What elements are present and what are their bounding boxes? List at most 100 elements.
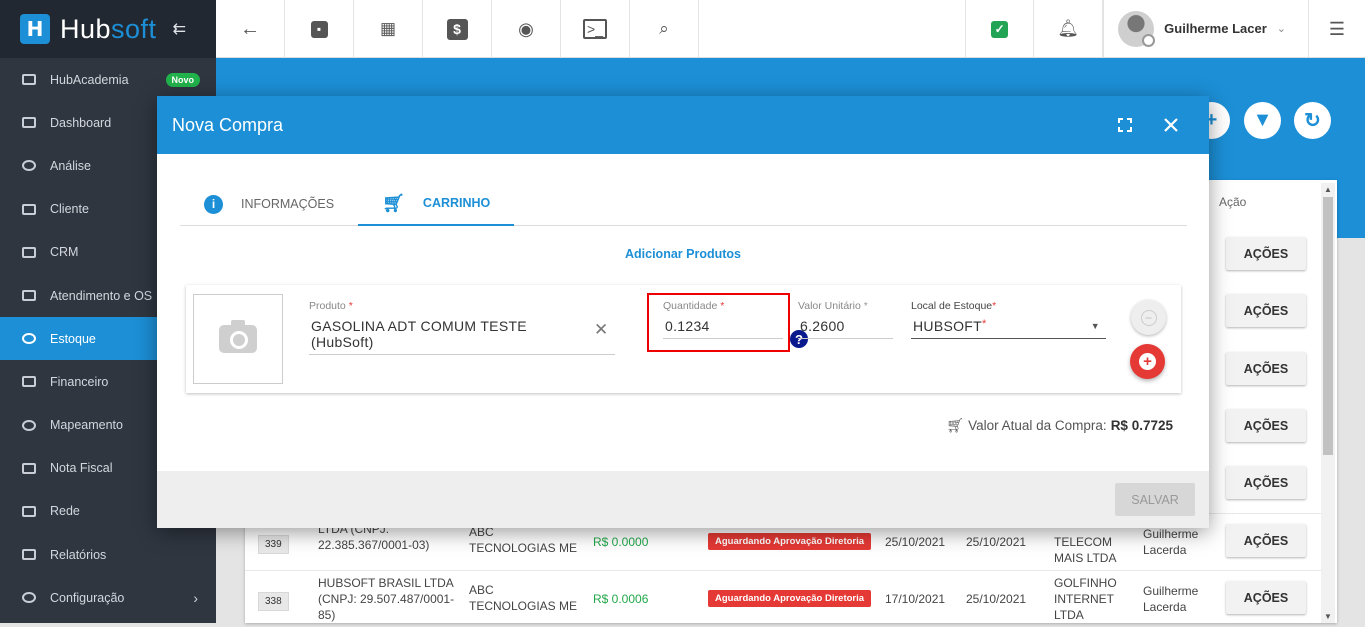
acoes-button[interactable]: AÇÕES — [1226, 237, 1306, 270]
valor-unitario-input[interactable]: 6.2600 — [798, 312, 893, 339]
logo-text: Hubsoft — [60, 13, 157, 44]
money-icon — [22, 376, 36, 388]
add-products-link[interactable]: Adicionar Produtos — [157, 247, 1209, 261]
scroll-up-icon[interactable]: ▲ — [1324, 185, 1332, 194]
status-badge: Aguardando Aprovação Diretoria — [708, 533, 872, 550]
search-icon: ⌕ — [659, 19, 669, 38]
row-usuario: Guilherme Lacerda — [1143, 527, 1199, 557]
logo[interactable]: H Hubsoft ⇇ — [0, 0, 216, 58]
acoes-button[interactable]: AÇÕES — [1226, 409, 1306, 442]
dashboard-icon — [22, 117, 36, 129]
contacts-button[interactable]: ▪ — [285, 0, 354, 58]
purchase-total-value: R$ 0.7725 — [1110, 418, 1173, 433]
row-empresa: ABC TECNOLOGIAS ME — [469, 525, 578, 555]
avatar — [1118, 10, 1156, 47]
financial-button[interactable]: $ — [423, 0, 492, 58]
dollar-icon: $ — [446, 18, 468, 40]
row-fornecedor: TELECOM MAIS LTDA — [1054, 535, 1117, 565]
table-scrollbar[interactable]: ▲ ▼ — [1321, 183, 1335, 623]
row-data: 25/10/2021 — [966, 592, 1027, 606]
board-icon — [22, 246, 36, 258]
collapse-menu-icon[interactable]: ⇇ — [173, 19, 186, 39]
row-valor: R$ 0.0006 — [593, 592, 649, 606]
remove-product-button[interactable]: − — [1131, 300, 1166, 335]
row-data: 17/10/2021 — [885, 592, 946, 606]
filter-icon[interactable]: ▼ — [1244, 102, 1281, 139]
local-estoque-field[interactable]: Local de Estoque* HUBSOFT* ▼ — [911, 300, 1106, 339]
product-card: Produto * GASOLINA ADT COMUM TESTE (HubS… — [186, 285, 1181, 393]
contact-icon — [22, 203, 36, 215]
chevron-down-icon: ⌄ — [1276, 23, 1286, 35]
product-photo[interactable] — [193, 294, 283, 384]
row-usuario: Guilherme Lacerda — [1143, 584, 1199, 614]
modal-tabs: i INFORMAÇÕES 🛒︎ CARRINHO — [180, 182, 1187, 226]
row-valor: R$ 0.0000 — [593, 535, 649, 549]
schedule-button[interactable]: ▦ — [354, 0, 423, 58]
check-chat-icon: ✓ — [991, 20, 1009, 38]
list-icon: ☰ — [1328, 18, 1346, 39]
local-estoque-select[interactable]: HUBSOFT* ▼ — [911, 312, 1106, 339]
sidebar-item-configuracao[interactable]: Configuração › — [0, 576, 216, 619]
acoes-button[interactable]: AÇÕES — [1226, 294, 1306, 327]
table-row: 338 HUBSOFT BRASIL LTDA (CNPJ: 29.507.48… — [245, 570, 1321, 627]
tab-carrinho[interactable]: 🛒︎ CARRINHO — [358, 182, 515, 226]
refresh-icon[interactable]: ↻ — [1294, 102, 1331, 139]
quantidade-field[interactable]: Quantidade * 0.1234 — [663, 300, 783, 339]
close-icon[interactable] — [1156, 96, 1186, 154]
user-name: Guilherme Lacer — [1164, 21, 1267, 36]
purchase-total: 🛒︎ Valor Atual da Compra: R$ 0.7725 — [946, 417, 1173, 433]
contact-card-icon: ▪ — [310, 20, 328, 38]
modal-header: Nova Compra — [157, 96, 1209, 154]
add-product-button[interactable]: + — [1130, 344, 1165, 379]
topbar: ← ▪ ▦ $ ◉ >_ ⌕ ✓ 🔔︎ Guilherme Lacer ⌄ ☰ — [216, 0, 1365, 58]
row-fornecedor: GOLFINHO INTERNET LTDA — [1054, 576, 1117, 622]
scroll-thumb[interactable] — [1323, 197, 1333, 455]
sidebar-item-relatorios[interactable]: Relatórios — [0, 533, 216, 576]
document-icon — [22, 549, 36, 561]
save-button[interactable]: SALVAR — [1115, 483, 1195, 516]
scroll-down-icon[interactable]: ▼ — [1324, 612, 1332, 621]
row-id: 339 — [258, 535, 289, 554]
terminal-button[interactable]: >_ — [561, 0, 630, 58]
row-empresa: ABC TECNOLOGIAS ME — [469, 583, 578, 613]
acoes-button[interactable]: AÇÕES — [1226, 524, 1306, 557]
row-id: 338 — [258, 592, 289, 611]
arrow-left-icon: ← — [240, 17, 260, 40]
acoes-button[interactable]: AÇÕES — [1226, 581, 1306, 614]
calendar-clock-icon — [22, 290, 36, 302]
menu-button[interactable]: ☰ — [1309, 0, 1365, 58]
gear-icon — [22, 592, 36, 604]
search-button[interactable]: ⌕ — [630, 0, 699, 58]
pie-chart-icon — [22, 160, 36, 172]
server-icon — [22, 505, 36, 517]
terminal-icon: >_ — [583, 19, 607, 39]
receipt-icon — [22, 462, 36, 474]
minus-icon: − — [1140, 309, 1157, 326]
clear-icon[interactable]: ✕ — [594, 320, 608, 340]
box-icon — [22, 333, 36, 345]
sidebar-item-hubacademia[interactable]: HubAcademia Novo — [0, 58, 216, 101]
view-button[interactable]: ◉ — [492, 0, 561, 58]
acoes-button[interactable]: AÇÕES — [1226, 352, 1306, 385]
back-button[interactable]: ← — [216, 0, 285, 58]
quantidade-input[interactable]: 0.1234 — [663, 312, 783, 339]
notifications-button[interactable]: 🔔︎ — [1034, 0, 1104, 58]
modal-title: Nova Compra — [172, 114, 284, 135]
dropdown-arrow-icon: ▼ — [1090, 321, 1100, 331]
book-icon — [22, 74, 36, 86]
bell-icon: 🔔︎ — [1057, 19, 1079, 38]
nova-compra-modal: Nova Compra i INFORMAÇÕES 🛒︎ CARRINHO Ad… — [157, 96, 1209, 528]
fullscreen-icon[interactable] — [1110, 96, 1140, 154]
row-data: 25/10/2021 — [885, 535, 946, 549]
valor-unitario-field[interactable]: Valor Unitário * 6.2600 — [798, 300, 893, 339]
cart-icon: 🛒︎ — [946, 417, 965, 433]
tasks-button[interactable]: ✓ — [965, 0, 1035, 58]
logo-icon: H — [20, 14, 50, 44]
produto-value[interactable]: GASOLINA ADT COMUM TESTE (HubSoft) — [309, 312, 615, 355]
user-menu[interactable]: Guilherme Lacer ⌄ — [1103, 0, 1309, 57]
row-cliente: HUBSOFT BRASIL LTDA (CNPJ: 29.507.487/00… — [318, 576, 455, 622]
produto-field[interactable]: Produto * GASOLINA ADT COMUM TESTE (HubS… — [309, 300, 615, 355]
acoes-button[interactable]: AÇÕES — [1226, 466, 1306, 499]
status-badge: Aguardando Aprovação Diretoria — [708, 590, 872, 607]
tab-informacoes[interactable]: i INFORMAÇÕES — [180, 182, 358, 226]
